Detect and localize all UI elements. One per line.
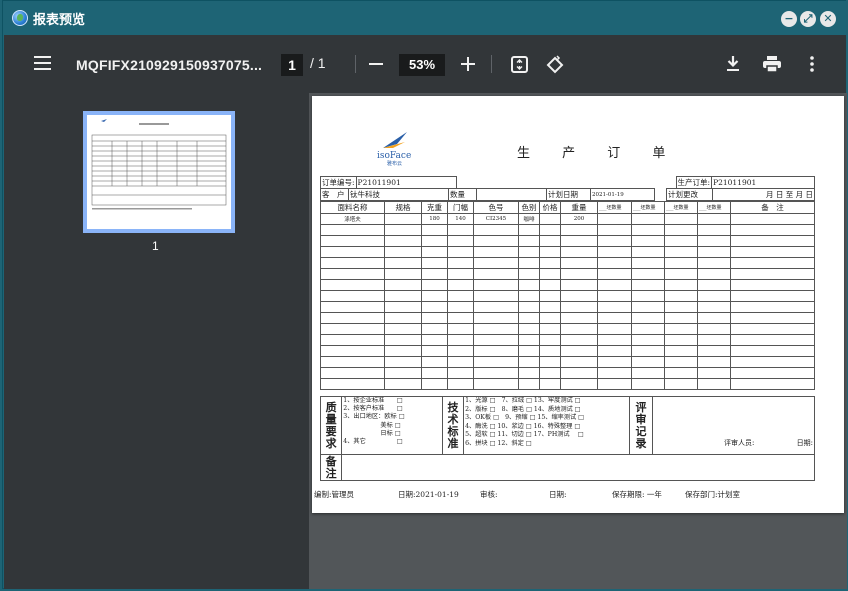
plan-change-label: 计划更改 (666, 188, 713, 201)
page-number-input[interactable]: 1 (281, 54, 303, 76)
customer-value: 钛牛科技 (348, 188, 449, 201)
rotate-icon[interactable] (546, 55, 564, 74)
footer-editor: 编制:管理员 (314, 490, 355, 499)
report-preview-window: 报表预览 − ⤢ ✕ MQFIFX210929150937075... 1 / … (2, 0, 847, 589)
more-options-icon[interactable] (810, 56, 814, 72)
document-title: MQFIFX210929150937075... (76, 57, 263, 73)
table-row (320, 257, 815, 269)
review-area: 评审人员: 日期: (652, 396, 815, 455)
pdf-toolbar: MQFIFX210929150937075... 1 / 1 53% (4, 35, 846, 93)
divider (355, 55, 356, 73)
title-bar: 报表预览 − ⤢ ✕ (3, 1, 847, 35)
window-title: 报表预览 (33, 13, 86, 28)
fit-page-icon[interactable] (511, 56, 528, 73)
divider (491, 55, 492, 73)
remark-label: 备注 (319, 454, 343, 481)
table-row (320, 367, 815, 379)
table-row (320, 301, 815, 313)
thumbnail-page (87, 115, 231, 229)
plan-date-label: 计划日期 (546, 188, 591, 201)
table-row (320, 356, 815, 368)
footer-keep: 保存期限: 一年 (612, 490, 662, 499)
table-row (320, 345, 815, 357)
table-row (320, 246, 815, 258)
order-no-label: 订单编号: (320, 176, 357, 189)
zoom-in-icon[interactable] (461, 57, 475, 71)
requirements-table: 质量要求 1、按企业标准 □ 2、按客户标准 □ 3、出口地区：欧标 □ 美标 … (319, 396, 815, 481)
quality-label: 质量要求 (319, 396, 343, 455)
download-icon[interactable] (726, 56, 740, 72)
table-row (320, 378, 815, 390)
thumbnail-page-number: 1 (152, 239, 159, 253)
print-icon[interactable] (763, 56, 781, 72)
document-page: isoFace 雅布云 生 产 订 单 订单编号: P21011901 生产订单… (312, 96, 844, 513)
footer-date2: 日期: (549, 490, 567, 499)
table-header-row: 面料名称 规格 克重 门幅 色号 色别 价格 重量 ___坯数量 ___坯数量 … (320, 201, 815, 214)
svg-text:isoFace: isoFace (377, 151, 411, 161)
table-row (320, 235, 815, 247)
minimize-button[interactable]: − (781, 11, 797, 27)
plan-date-value: 2021-01-19 (590, 188, 655, 201)
table-row (320, 268, 815, 280)
thumbnail-sidebar: 1 (4, 93, 309, 589)
page-thumbnail[interactable] (83, 111, 235, 233)
menu-icon[interactable] (34, 56, 52, 70)
fabric-table: 面料名称 规格 克重 门幅 色号 色别 价格 重量 ___坯数量 ___坯数量 … (320, 201, 815, 390)
maximize-button[interactable]: ⤢ (800, 11, 816, 27)
globe-icon (12, 10, 28, 26)
table-row (320, 224, 815, 236)
footer-reviewer: 审核: (480, 490, 498, 499)
tech-items: 1、光源 □ 7、拉绒 □ 13、牢度测试 □ 2、版标 □ 8、磨毛 □ 14… (463, 396, 630, 455)
customer-label: 客 户 (320, 188, 349, 201)
report-title: 生 产 订 单 (517, 146, 680, 161)
table-row (320, 334, 815, 346)
document-viewer[interactable]: isoFace 雅布云 生 产 订 单 订单编号: P21011901 生产订单… (309, 93, 847, 589)
plan-change-value: 月 日 至 月 日 (712, 188, 815, 201)
review-label: 评审记录 (628, 396, 654, 455)
table-row: 涤塔夫 180 140 CI2345 咖啡 200 (320, 213, 815, 225)
svg-text:雅布云: 雅布云 (387, 160, 402, 166)
page-count: / 1 (310, 55, 326, 71)
table-row (320, 312, 815, 324)
table-row (320, 279, 815, 291)
table-row (320, 290, 815, 302)
footer-date: 日期:2021-01-19 (398, 490, 459, 499)
tech-standard-label: 技术标准 (441, 396, 465, 455)
qty-value (476, 188, 547, 201)
qty-label: 数量 (448, 188, 477, 201)
footer-dept: 保存部门:计划室 (685, 490, 741, 499)
prod-order-label: 生产订单: (675, 176, 713, 189)
zoom-input[interactable]: 53% (399, 54, 445, 76)
close-button[interactable]: ✕ (820, 11, 836, 27)
order-no-value: P21011901 (355, 176, 457, 189)
zoom-out-icon[interactable] (369, 63, 383, 66)
table-row (320, 323, 815, 335)
prod-order-value: P21011901 (711, 176, 815, 189)
quality-items: 1、按企业标准 □ 2、按客户标准 □ 3、出口地区：欧标 □ 美标 □ 日标 … (341, 396, 443, 455)
company-logo-icon: isoFace 雅布云 (377, 132, 411, 166)
customer-table: 客 户 钛牛科技 数量 计划日期 2021-01-19 计划更改 月 日 至 月… (320, 188, 815, 201)
thumbnail-preview (91, 119, 227, 210)
